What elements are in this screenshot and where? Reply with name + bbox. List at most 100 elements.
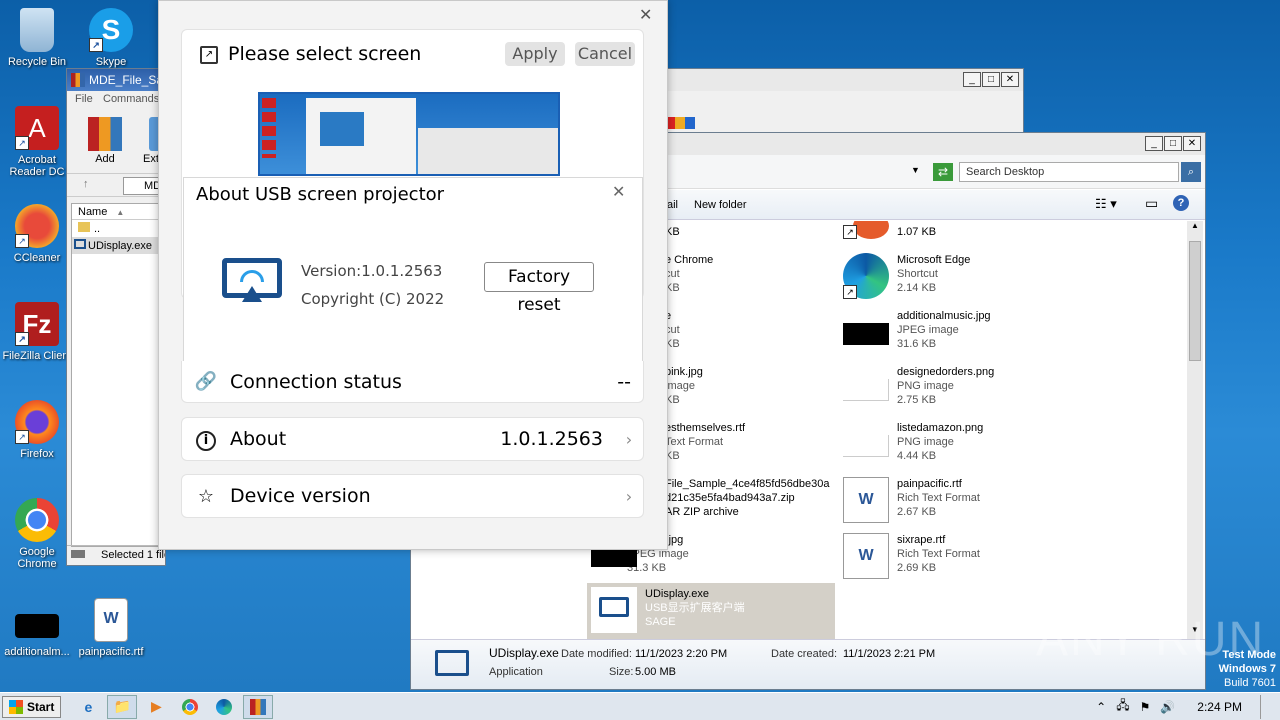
file-size: 4.44 KB: [897, 450, 937, 462]
taskbar-ie-icon[interactable]: e: [73, 695, 103, 719]
file-item[interactable]: e Chrome cut KB: [665, 253, 713, 295]
winrar-titlebar[interactable]: MDE_File_Sa: [67, 69, 165, 91]
desktop-icon-painpacific[interactable]: W painpacific.rtf: [74, 598, 148, 658]
file-item[interactable]: Wsixrape.rtf Rich Text Format 2.69 KB: [843, 533, 980, 579]
desktop-icon-recycle-bin[interactable]: Recycle Bin: [0, 8, 74, 68]
winrar-statusbar: Selected 1 file, 5,251,584 bytes: [67, 545, 165, 565]
device-version-row[interactable]: ☆ Device version ›: [181, 474, 644, 518]
about-copyright: Copyright (C) 2022: [301, 290, 445, 308]
search-input[interactable]: Search Desktop: [959, 162, 1179, 182]
file-size: 2.75 KB: [897, 394, 937, 406]
status-text: Selected 1 file, 5,251,584 bytes: [101, 549, 165, 561]
desktop-icon-label: CCleaner: [13, 252, 61, 264]
list-item-label: UDisplay.exe: [88, 240, 152, 252]
skype-icon: S ↗: [89, 8, 133, 52]
factory-reset-button[interactable]: Factory reset: [484, 262, 594, 315]
dialog-close-button[interactable]: ✕: [639, 5, 652, 24]
file-item-selected[interactable]: UDisplay.exe USB显示扩展客户端 SAGE: [587, 583, 835, 639]
image-thumbnail-icon: [843, 323, 889, 345]
file-type: PNG image: [897, 380, 954, 392]
desktop-icon-additionalmusic[interactable]: additionalm...: [0, 614, 74, 658]
file-item[interactable]: Wpainpacific.rtf Rich Text Format 2.67 KB: [843, 477, 980, 523]
start-button[interactable]: Start: [2, 695, 62, 718]
scrollbar-thumb[interactable]: [1189, 241, 1201, 361]
minimize-button[interactable]: _: [963, 72, 981, 87]
file-item[interactable]: listedamazon.png PNG image 4.44 KB: [843, 421, 983, 463]
file-description: USB显示扩展客户端: [645, 602, 745, 614]
file-size: 31.6 KB: [897, 338, 937, 350]
file-item[interactable]: esthemselves.rtf Text Format KB: [665, 421, 745, 463]
file-type: Rich Text Format: [897, 548, 980, 560]
chevron-right-icon: ›: [625, 429, 633, 449]
up-arrow-icon[interactable]: ↑: [83, 178, 89, 190]
action-center-flag-icon[interactable]: ⚑: [1140, 700, 1151, 714]
toolbar-icon-strip: [665, 117, 695, 129]
search-icon[interactable]: ⌕: [1181, 162, 1201, 182]
file-item[interactable]: designedorders.png PNG image 2.75 KB: [843, 365, 994, 407]
file-item[interactable]: File_Sample_4ce4f85fd56dbe30a d21c35e5fa4…: [665, 477, 830, 519]
acrobat-icon: A ↗: [15, 106, 59, 150]
details-file-type: Application: [489, 666, 543, 678]
background-window[interactable]: _ □ ✕: [640, 68, 1024, 134]
taskbar-media-player-icon[interactable]: ▶: [141, 695, 171, 719]
desktop-icon-firefox[interactable]: ↗ Firefox: [0, 400, 74, 460]
winrar-app-icon: [71, 73, 85, 87]
desktop-icon-skype[interactable]: S ↗ Skype: [74, 8, 148, 68]
view-options-icon[interactable]: ☷ ▾: [1095, 196, 1117, 212]
apply-button[interactable]: Apply: [505, 42, 565, 66]
connection-status-row[interactable]: 🔗 Connection status --: [181, 361, 644, 403]
close-button[interactable]: ✕: [1183, 136, 1201, 151]
desktop-icon-label: Acrobat Reader DC: [9, 154, 65, 178]
file-size: 2.14 KB: [897, 282, 937, 294]
about-popup[interactable]: About USB screen projector ✕ Version:1.0…: [183, 177, 643, 375]
screen-preview-thumbnail[interactable]: [258, 92, 560, 176]
file-type: image: [665, 380, 695, 392]
file-item[interactable]: pink.jpg image KB: [665, 365, 703, 407]
winrar-window[interactable]: MDE_File_Sa File Commands Add Extr ↑ MD …: [66, 68, 167, 566]
usb-projector-dialog[interactable]: ✕ ↗ Please select screen Apply Cancel Ab…: [158, 0, 668, 550]
preview-pane-icon[interactable]: ▭: [1145, 195, 1158, 212]
maximize-button[interactable]: □: [1164, 136, 1182, 151]
vertical-scrollbar[interactable]: ▲ ▼: [1187, 221, 1203, 639]
about-label: About: [230, 428, 287, 450]
clock-time[interactable]: 2:24 PM: [1197, 700, 1242, 714]
test-mode-text: Test Mode Windows 7 Build 7601: [1190, 648, 1276, 690]
new-folder-button[interactable]: New folder: [694, 199, 747, 211]
desktop-icon-filezilla[interactable]: Fz ↗ FileZilla Client: [0, 302, 74, 362]
taskbar-chrome-icon[interactable]: [175, 695, 205, 719]
email-button[interactable]: ail: [667, 199, 678, 211]
show-desktop-button[interactable]: [1260, 694, 1272, 719]
cancel-button[interactable]: Cancel: [575, 42, 635, 66]
desktop-icon-chrome[interactable]: Google Chrome: [0, 498, 74, 570]
address-dropdown-chevron-icon[interactable]: ▼: [911, 165, 920, 175]
minimize-button[interactable]: _: [1145, 136, 1163, 151]
taskbar-explorer-icon[interactable]: 📁: [107, 694, 138, 719]
show-hidden-icons-icon[interactable]: ⌃: [1096, 700, 1106, 714]
link-icon: 🔗: [194, 371, 218, 392]
about-popup-close-icon[interactable]: ✕: [612, 182, 625, 201]
taskbar-edge-icon[interactable]: [209, 695, 239, 719]
scroll-up-arrow-icon[interactable]: ▲: [1187, 221, 1203, 235]
list-item-selected[interactable]: UDisplay.exe: [72, 237, 164, 254]
maximize-button[interactable]: □: [982, 72, 1000, 87]
taskbar-winrar-icon[interactable]: [243, 694, 274, 719]
list-item[interactable]: ..: [72, 220, 164, 237]
desktop-icon-acrobat[interactable]: A ↗ Acrobat Reader DC: [0, 106, 74, 178]
network-icon[interactable]: 🖧: [1116, 696, 1129, 717]
close-button[interactable]: ✕: [1001, 72, 1019, 87]
file-item[interactable]: additionalmusic.jpg JPEG image 31.6 KB: [843, 309, 991, 351]
winrar-add-button[interactable]: Add: [85, 117, 125, 165]
about-row[interactable]: i About 1.0.1.2563 ›: [181, 417, 644, 461]
volume-icon[interactable]: 🔊: [1160, 700, 1175, 714]
background-window-titlebar[interactable]: _ □ ✕: [641, 69, 1023, 91]
file-item[interactable]: ↗ Microsoft Edge Shortcut 2.14 KB: [843, 253, 970, 299]
menu-item-commands[interactable]: Commands: [103, 93, 159, 105]
menu-item-file[interactable]: File: [75, 93, 93, 105]
file-type: PNG image: [897, 436, 954, 448]
file-name: e Chrome: [665, 254, 714, 266]
help-icon[interactable]: ?: [1173, 195, 1189, 211]
file-item[interactable]: ↗ 1.07 KB: [843, 221, 936, 241]
refresh-icon[interactable]: ⇄: [933, 163, 953, 181]
desktop-icon-ccleaner[interactable]: ↗ CCleaner: [0, 204, 74, 264]
column-header-name[interactable]: Name ▲: [72, 204, 164, 220]
